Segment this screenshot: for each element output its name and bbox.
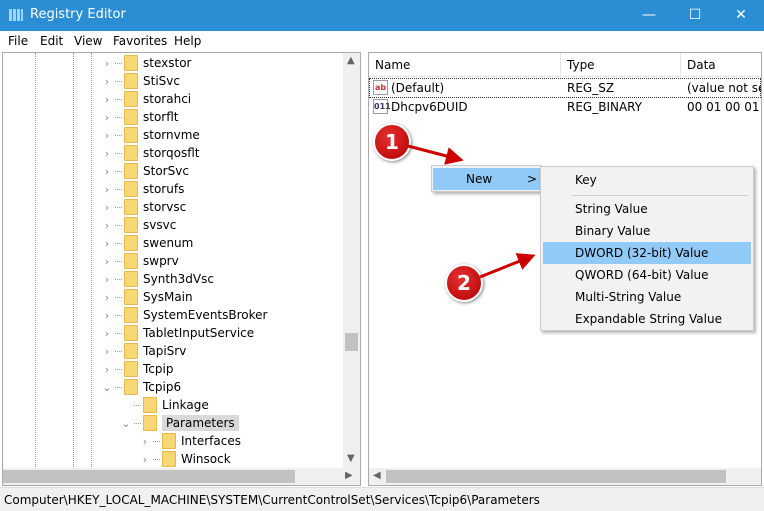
arrow-to-new (407, 144, 464, 165)
arrow-to-dword (479, 253, 536, 279)
annotation-arrows (407, 144, 536, 279)
